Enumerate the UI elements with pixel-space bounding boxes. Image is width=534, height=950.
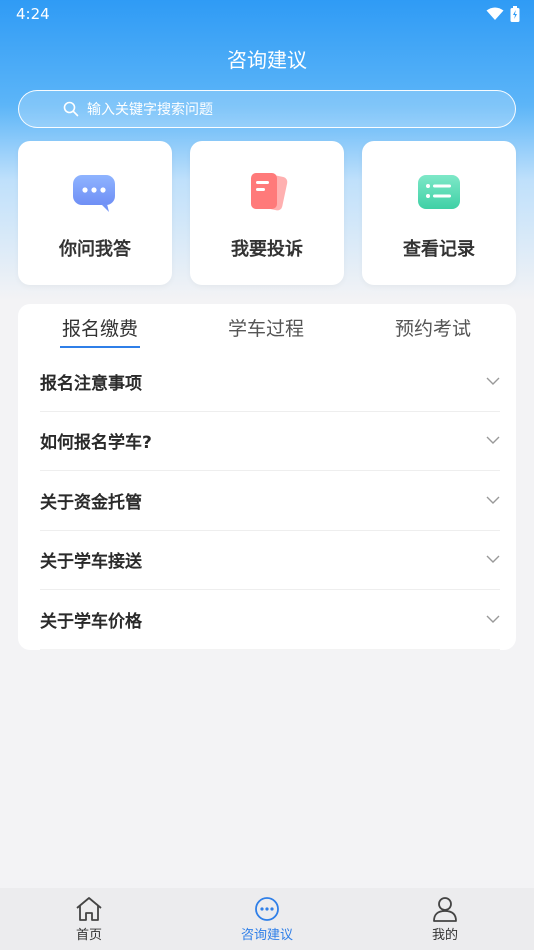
status-time: 4:24 [16,5,50,23]
nav-profile-label: 我的 [431,928,458,943]
battery-icon [510,6,520,22]
search-icon [63,101,79,117]
bottom-nav: 首页 咨询建议 我的 [0,888,534,950]
nav-home[interactable]: 首页 [29,888,149,950]
faq-item[interactable]: 关于资金托管 [40,471,500,531]
tab-learning-process[interactable]: 学车过程 [206,314,326,341]
search-input[interactable]: 输入关键字搜索问题 [87,99,213,119]
faq-item-label: 关于学车接送 [40,552,142,573]
card-records-label: 查看记录 [403,239,475,260]
wifi-icon [486,7,504,20]
faq-item-label: 如何报名学车? [40,433,152,454]
card-records[interactable]: 查看记录 [362,141,516,285]
faq-list: 报名注意事项 如何报名学车? 关于资金托管 关于学车接送 关于学车价格 [40,352,500,650]
card-qa[interactable]: 你问我答 [18,141,172,285]
card-qa-label: 你问我答 [59,239,131,260]
profile-icon [433,897,457,922]
faq-item[interactable]: 关于学车接送 [40,531,500,590]
card-complaint[interactable]: 我要投诉 [190,141,344,285]
chevron-down-icon [486,615,500,623]
active-tab-indicator [60,346,140,348]
faq-item-label: 报名注意事项 [40,373,142,394]
complaint-document-icon [245,171,289,215]
status-bar: 4:24 [0,0,534,28]
card-complaint-label: 我要投诉 [231,239,303,260]
record-list-icon [416,171,462,215]
faq-item-label: 关于学车价格 [40,611,142,632]
chevron-down-icon [486,496,500,504]
nav-consult[interactable]: 咨询建议 [207,888,327,950]
tab-exam-booking[interactable]: 预约考试 [373,314,493,341]
nav-profile[interactable]: 我的 [385,888,505,950]
home-icon [76,897,102,921]
chevron-down-icon [486,436,500,445]
consult-icon [255,897,279,921]
faq-item[interactable]: 关于学车价格 [40,590,500,650]
search-bar[interactable]: 输入关键字搜索问题 [18,90,516,128]
quick-actions: 你问我答 我要投诉 查看记录 [18,141,516,285]
chevron-down-icon [486,377,500,385]
nav-home-label: 首页 [75,928,102,943]
faq-tabs: 报名缴费 学车过程 预约考试 [18,304,516,350]
tab-registration[interactable]: 报名缴费 [40,314,160,341]
faq-item[interactable]: 报名注意事项 [40,352,500,412]
chat-bubble-icon [71,171,119,215]
status-icons [486,6,520,22]
faq-panel: 报名缴费 学车过程 预约考试 报名注意事项 如何报名学车? 关于资金托管 关于学… [18,304,516,650]
chevron-down-icon [486,555,500,564]
page-title: 咨询建议 [227,48,307,72]
faq-item[interactable]: 如何报名学车? [40,412,500,471]
nav-consult-label: 咨询建议 [240,928,293,943]
faq-item-label: 关于资金托管 [40,492,142,513]
